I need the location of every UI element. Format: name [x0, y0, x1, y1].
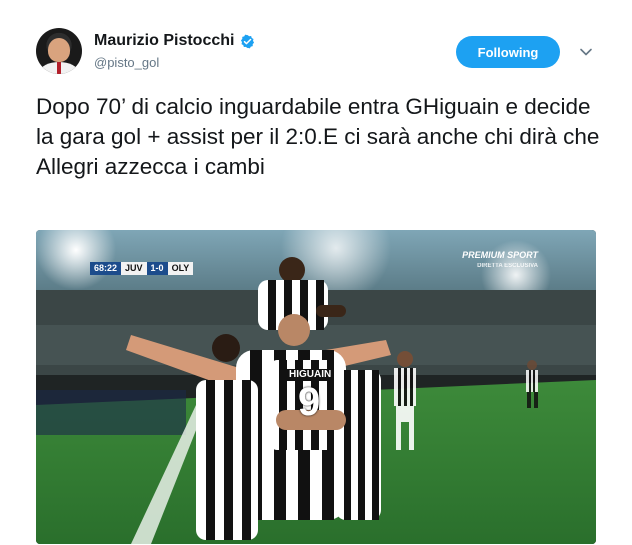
avatar-face: [48, 38, 70, 62]
following-button[interactable]: Following: [456, 36, 560, 68]
chevron-down-icon[interactable]: [579, 45, 593, 59]
avatar[interactable]: [36, 28, 82, 74]
broadcaster-name: PREMIUM SPORT: [462, 250, 538, 260]
match-score: 1-0: [146, 262, 168, 275]
author-display-name[interactable]: Maurizio Pistocchi: [94, 32, 234, 50]
author-handle[interactable]: @pisto_gol: [94, 55, 159, 70]
match-clock: 68:22: [90, 262, 122, 275]
tweet-text: Dopo 70’ di calcio inguardabile entra GH…: [36, 94, 605, 179]
broadcaster-logo: PREMIUM SPORT DIRETTA ESCLUSIVA: [462, 250, 538, 272]
name-row: Maurizio Pistocchi: [94, 31, 255, 51]
home-team: JUV: [121, 262, 147, 275]
scoreboard: 68:22 JUV 1-0 OLY: [90, 262, 194, 275]
jersey-number: 9: [298, 380, 321, 424]
tweet-media-image[interactable]: 68:22 JUV 1-0 OLY PREMIUM SPORT DIRETTA …: [36, 230, 596, 544]
tweet-header: Maurizio Pistocchi @pisto_gol Following: [0, 0, 632, 90]
avatar-tie: [57, 62, 61, 74]
broadcaster-tag: DIRETTA ESCLUSIVA: [477, 263, 538, 269]
away-team: OLY: [167, 262, 194, 275]
verified-badge-icon: [241, 34, 255, 48]
